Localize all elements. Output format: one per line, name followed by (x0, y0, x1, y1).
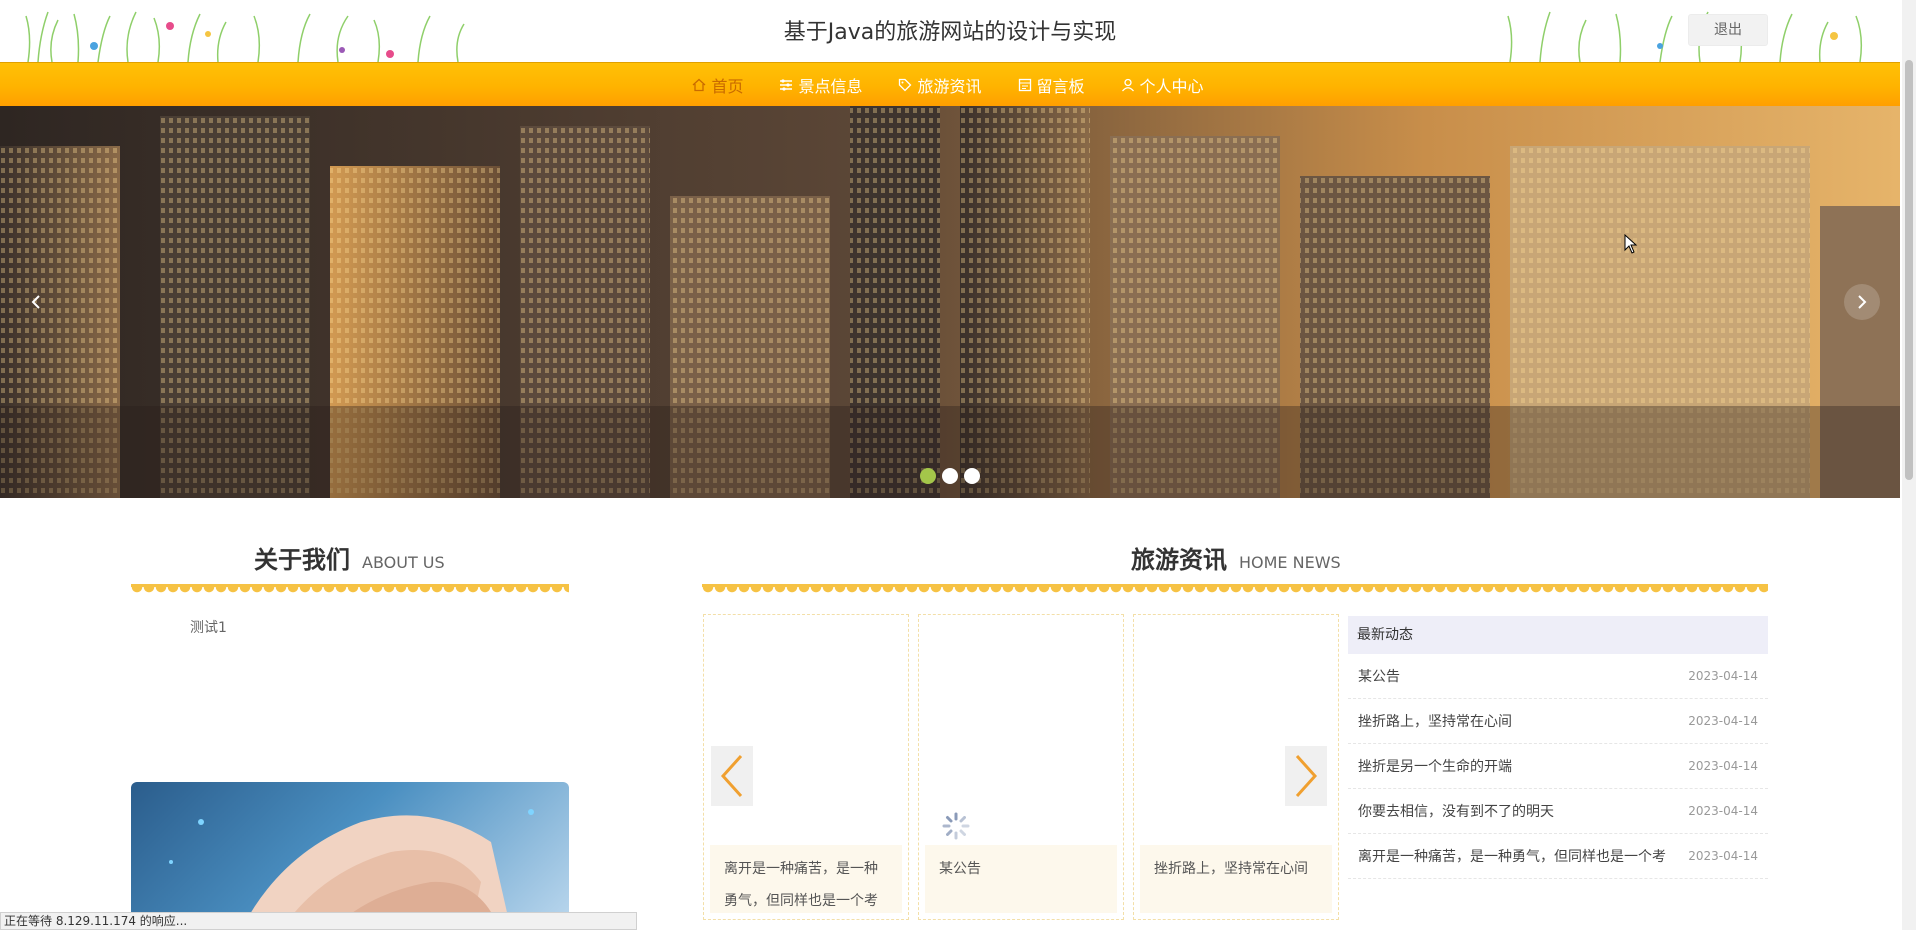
nav-item-label: 旅游资讯 (917, 77, 982, 96)
banner-next-button[interactable] (1844, 284, 1880, 320)
banner-prev-button[interactable] (18, 284, 54, 320)
banner-dot-3[interactable] (964, 468, 980, 484)
page-scrollbar[interactable] (1902, 0, 1916, 930)
news-card-caption: 挫折路上，坚持常在心间 (1140, 845, 1332, 913)
nav-item-home[interactable]: 首页 (674, 63, 761, 107)
about-section-heading: 关于我们 ABOUT US (254, 540, 445, 575)
news-title-en: HOME NEWS (1239, 553, 1341, 572)
nav-item-news[interactable]: 旅游资讯 (880, 63, 999, 107)
latest-news-heading: 最新动态 (1348, 616, 1768, 654)
main-navbar: 首页 景点信息 旅游资讯 留言板 个人中心 (0, 62, 1900, 106)
nav-item-profile[interactable]: 个人中心 (1103, 63, 1222, 107)
latest-news-title: 挫折是另一个生命的开端 (1358, 759, 1512, 775)
news-card-caption: 离开是一种痛苦，是一种勇气，但同样也是一个考 (710, 845, 902, 913)
nav-items: 首页 景点信息 旅游资讯 留言板 个人中心 (0, 63, 1900, 107)
latest-news-date: 2023-04-14 (1688, 849, 1758, 863)
mouse-cursor-icon (1624, 234, 1638, 254)
latest-news-item[interactable]: 离开是一种痛苦，是一种勇气，但同样也是一个考 2023-04-14 (1348, 834, 1768, 879)
latest-news-date: 2023-04-14 (1688, 669, 1758, 683)
news-card[interactable]: 某公告 (918, 614, 1124, 920)
top-header: 基于Java的旅游网站的设计与实现 退出 (0, 0, 1900, 62)
latest-news-date: 2023-04-14 (1688, 804, 1758, 818)
about-text: 测试1 (190, 620, 227, 636)
news-card-caption: 某公告 (925, 845, 1117, 913)
about-image (131, 782, 569, 930)
about-title-zh: 关于我们 (254, 546, 350, 574)
chevron-left-icon (720, 754, 743, 798)
nav-item-label: 个人中心 (1139, 77, 1204, 96)
banner-dot-2[interactable] (942, 468, 958, 484)
news-section-heading: 旅游资讯 HOME NEWS (1131, 540, 1341, 575)
chevron-right-icon (1858, 295, 1867, 309)
site-title: 基于Java的旅游网站的设计与实现 (783, 20, 1117, 45)
about-title-en: ABOUT US (362, 553, 445, 572)
banner-carousel (0, 106, 1900, 498)
latest-news-item[interactable]: 挫折路上，坚持常在心间 2023-04-14 (1348, 699, 1768, 744)
news-next-button[interactable] (1285, 746, 1327, 806)
nav-item-message-board[interactable]: 留言板 (1000, 63, 1103, 107)
chevron-right-icon (1295, 754, 1318, 798)
chevron-left-icon (31, 295, 40, 309)
city-skyline-image (0, 106, 1900, 498)
nav-item-label: 首页 (711, 77, 744, 96)
nav-item-attractions[interactable]: 景点信息 (761, 63, 880, 107)
latest-news-item[interactable]: 某公告 2023-04-14 (1348, 654, 1768, 699)
news-divider (702, 584, 1768, 596)
browser-status-bar: 正在等待 8.129.11.174 的响应... (0, 912, 637, 930)
news-title-zh: 旅游资讯 (1131, 546, 1227, 574)
scrollbar-thumb[interactable] (1905, 60, 1913, 480)
board-icon (1018, 78, 1031, 92)
tag-icon (899, 78, 912, 92)
latest-news-title: 某公告 (1358, 669, 1400, 685)
sliders-icon (780, 79, 793, 91)
latest-news-date: 2023-04-14 (1688, 714, 1758, 728)
latest-news-title: 你要去相信，没有到不了的明天 (1358, 804, 1554, 820)
banner-dots (920, 468, 980, 484)
user-icon (1121, 78, 1134, 92)
loading-spinner-icon (942, 812, 970, 840)
home-icon (693, 78, 706, 92)
latest-news-item[interactable]: 你要去相信，没有到不了的明天 2023-04-14 (1348, 789, 1768, 834)
logout-button[interactable]: 退出 (1688, 14, 1768, 46)
nav-item-label: 景点信息 (798, 77, 863, 96)
latest-news-title: 挫折路上，坚持常在心间 (1358, 714, 1512, 730)
latest-news-item[interactable]: 挫折是另一个生命的开端 2023-04-14 (1348, 744, 1768, 789)
about-divider (131, 584, 569, 596)
nav-item-label: 留言板 (1036, 77, 1085, 96)
latest-news-date: 2023-04-14 (1688, 759, 1758, 773)
handshake-image (169, 809, 534, 930)
latest-news-panel: 最新动态 某公告 2023-04-14 挫折路上，坚持常在心间 2023-04-… (1348, 616, 1768, 879)
latest-news-title: 离开是一种痛苦，是一种勇气，但同样也是一个考 (1358, 849, 1666, 865)
banner-dot-1[interactable] (920, 468, 936, 484)
news-prev-button[interactable] (711, 746, 753, 806)
